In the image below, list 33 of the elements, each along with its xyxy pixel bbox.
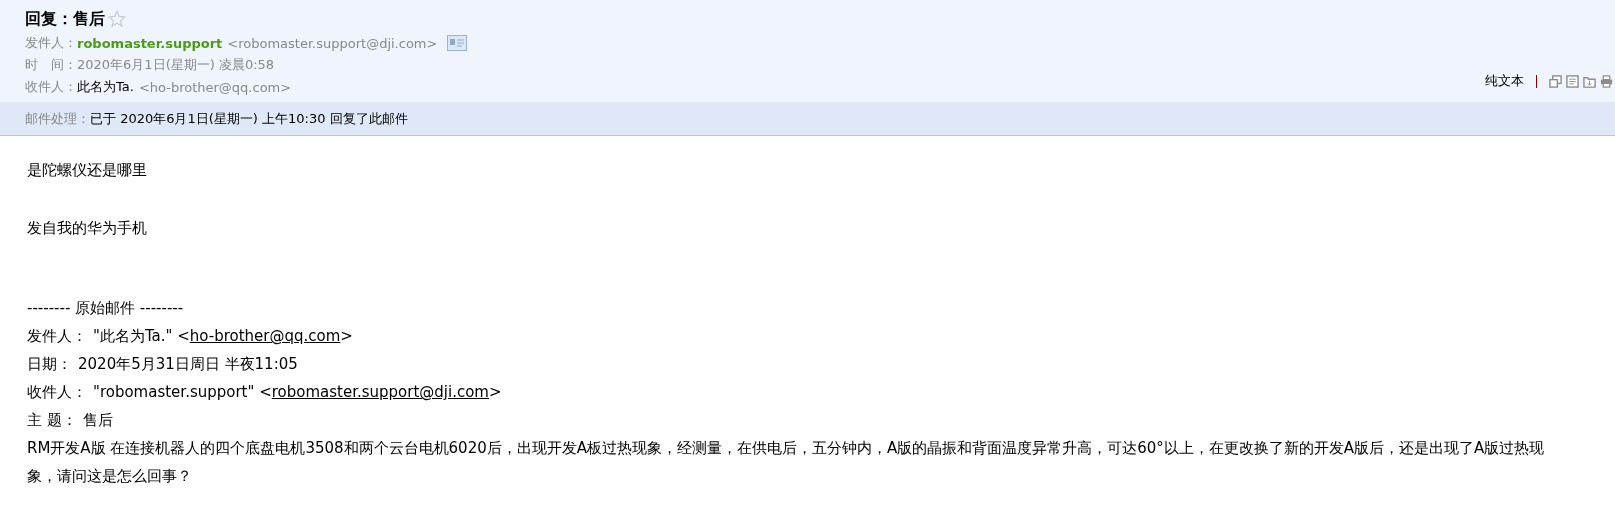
email-address: <robomaster.support@dji.com> bbox=[227, 35, 438, 51]
star-icon[interactable] bbox=[108, 10, 126, 28]
message-line: 是陀螺仪还是哪里 bbox=[27, 160, 148, 181]
field-label: 邮件处理： bbox=[25, 109, 90, 128]
email-link[interactable]: robomaster.support@dji.com bbox=[271, 383, 489, 401]
field-label: 发件人： bbox=[27, 327, 87, 345]
field-value: 售后 bbox=[82, 411, 113, 429]
new-window-icon[interactable] bbox=[1549, 74, 1562, 88]
field-label: 发件人： bbox=[25, 34, 77, 52]
message-text: RM开发A版 在连接机器人的四个底盘电机3508和两个云台电机6020后，出现开发A板过热现象，经测量，在供电后，五分钟内，A版的晶振和背面温度异常升高，可达60°以上，在更改换了新的开发A版后，还是出现了A版过热现象，请问这是怎么回事？ bbox=[27, 438, 1546, 487]
angle-bracket: > bbox=[340, 327, 353, 345]
print-icon[interactable] bbox=[1600, 74, 1613, 88]
field-label: 日期： bbox=[27, 355, 72, 373]
email-subject: 回复：售后 bbox=[25, 8, 105, 30]
field-label: 时 间： bbox=[25, 56, 77, 74]
document-icon[interactable] bbox=[1566, 74, 1579, 88]
email-link[interactable]: ho-brother@qq.com bbox=[189, 327, 341, 345]
field-value: 2020年5月31日周日 半夜11:05 bbox=[78, 355, 298, 373]
angle-bracket: > bbox=[489, 383, 502, 401]
field-label: 主 题： bbox=[27, 411, 77, 429]
recipient-name[interactable]: 此名为Ta. bbox=[77, 78, 134, 96]
sent-time: 2020年6月1日(星期一) 凌晨0:58 bbox=[77, 56, 275, 74]
field-value: "robomaster.support" < bbox=[93, 383, 272, 401]
field-label: 收件人： bbox=[25, 78, 77, 96]
plain-text-link[interactable]: 纯文本 bbox=[1485, 72, 1524, 90]
contact-card-icon[interactable] bbox=[447, 35, 468, 51]
message-line: 发自我的华为手机 bbox=[27, 218, 148, 239]
field-value: "此名为Ta." < bbox=[93, 327, 190, 345]
quote-divider: -------- 原始邮件 -------- bbox=[27, 298, 185, 319]
email-address: <ho-brother@qq.com> bbox=[138, 79, 292, 95]
processing-status: 已于 2020年6月1日(星期一) 上午10:30 回复了此邮件 bbox=[90, 109, 408, 128]
download-icon[interactable] bbox=[1583, 74, 1596, 88]
field-label: 收件人： bbox=[27, 383, 87, 401]
